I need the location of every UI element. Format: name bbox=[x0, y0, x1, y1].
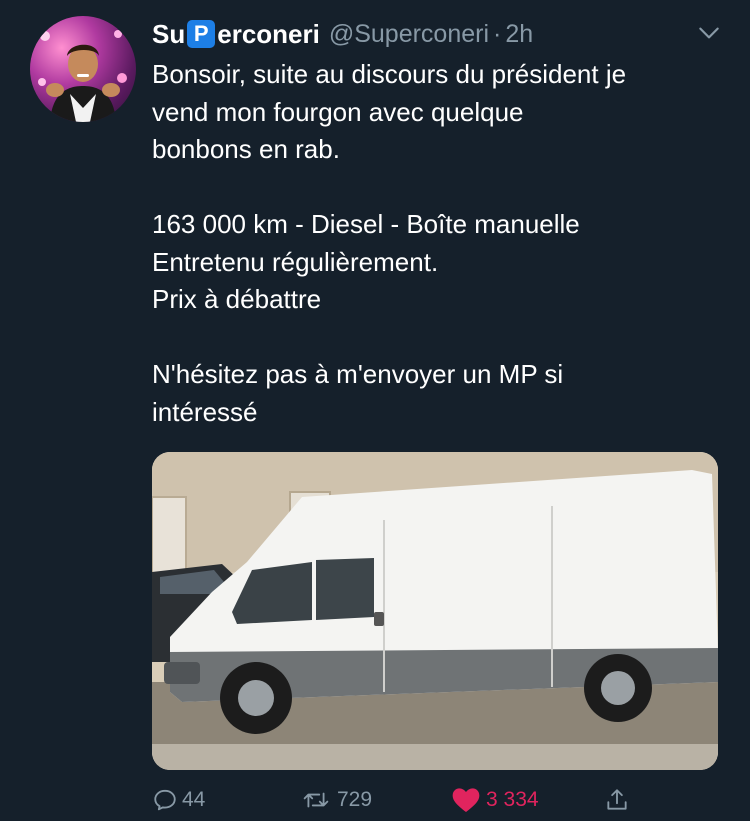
retweet-button[interactable]: 729 bbox=[299, 784, 372, 816]
tweet-header: Su P erconeri @Superconeri · 2h bbox=[152, 18, 730, 50]
display-name-prefix: Su bbox=[152, 18, 186, 49]
display-name[interactable]: Su P erconeri bbox=[152, 19, 320, 50]
display-name-suffix: erconeri bbox=[217, 18, 320, 49]
avatar[interactable] bbox=[30, 16, 136, 122]
heart-icon bbox=[452, 788, 480, 812]
tweet-media[interactable] bbox=[152, 452, 718, 770]
white-van-photo bbox=[152, 452, 718, 770]
avatar-image bbox=[38, 30, 127, 122]
share-icon bbox=[607, 789, 627, 810]
tweet-text: Bonsoir, suite au discours du président … bbox=[152, 59, 627, 427]
reply-button[interactable]: 44 bbox=[152, 784, 205, 816]
retweet-icon bbox=[303, 792, 329, 808]
separator-dot: · bbox=[493, 19, 502, 48]
tweet[interactable]: Su P erconeri @Superconeri · 2h Bonsoir,… bbox=[0, 0, 750, 821]
retweet-count: 729 bbox=[337, 788, 373, 811]
parking-p-emoji: P bbox=[187, 20, 216, 48]
user-handle[interactable]: @Superconeri bbox=[329, 20, 489, 49]
timestamp[interactable]: 2h bbox=[505, 20, 533, 49]
like-count: 3 334 bbox=[486, 788, 539, 811]
like-button[interactable]: 3 334 bbox=[450, 784, 539, 816]
tweet-actions: 44 729 3 334 bbox=[152, 784, 672, 816]
reply-count: 44 bbox=[182, 788, 206, 811]
chevron-down-icon[interactable] bbox=[696, 20, 722, 46]
reply-icon bbox=[154, 789, 176, 811]
share-button[interactable] bbox=[604, 784, 630, 816]
